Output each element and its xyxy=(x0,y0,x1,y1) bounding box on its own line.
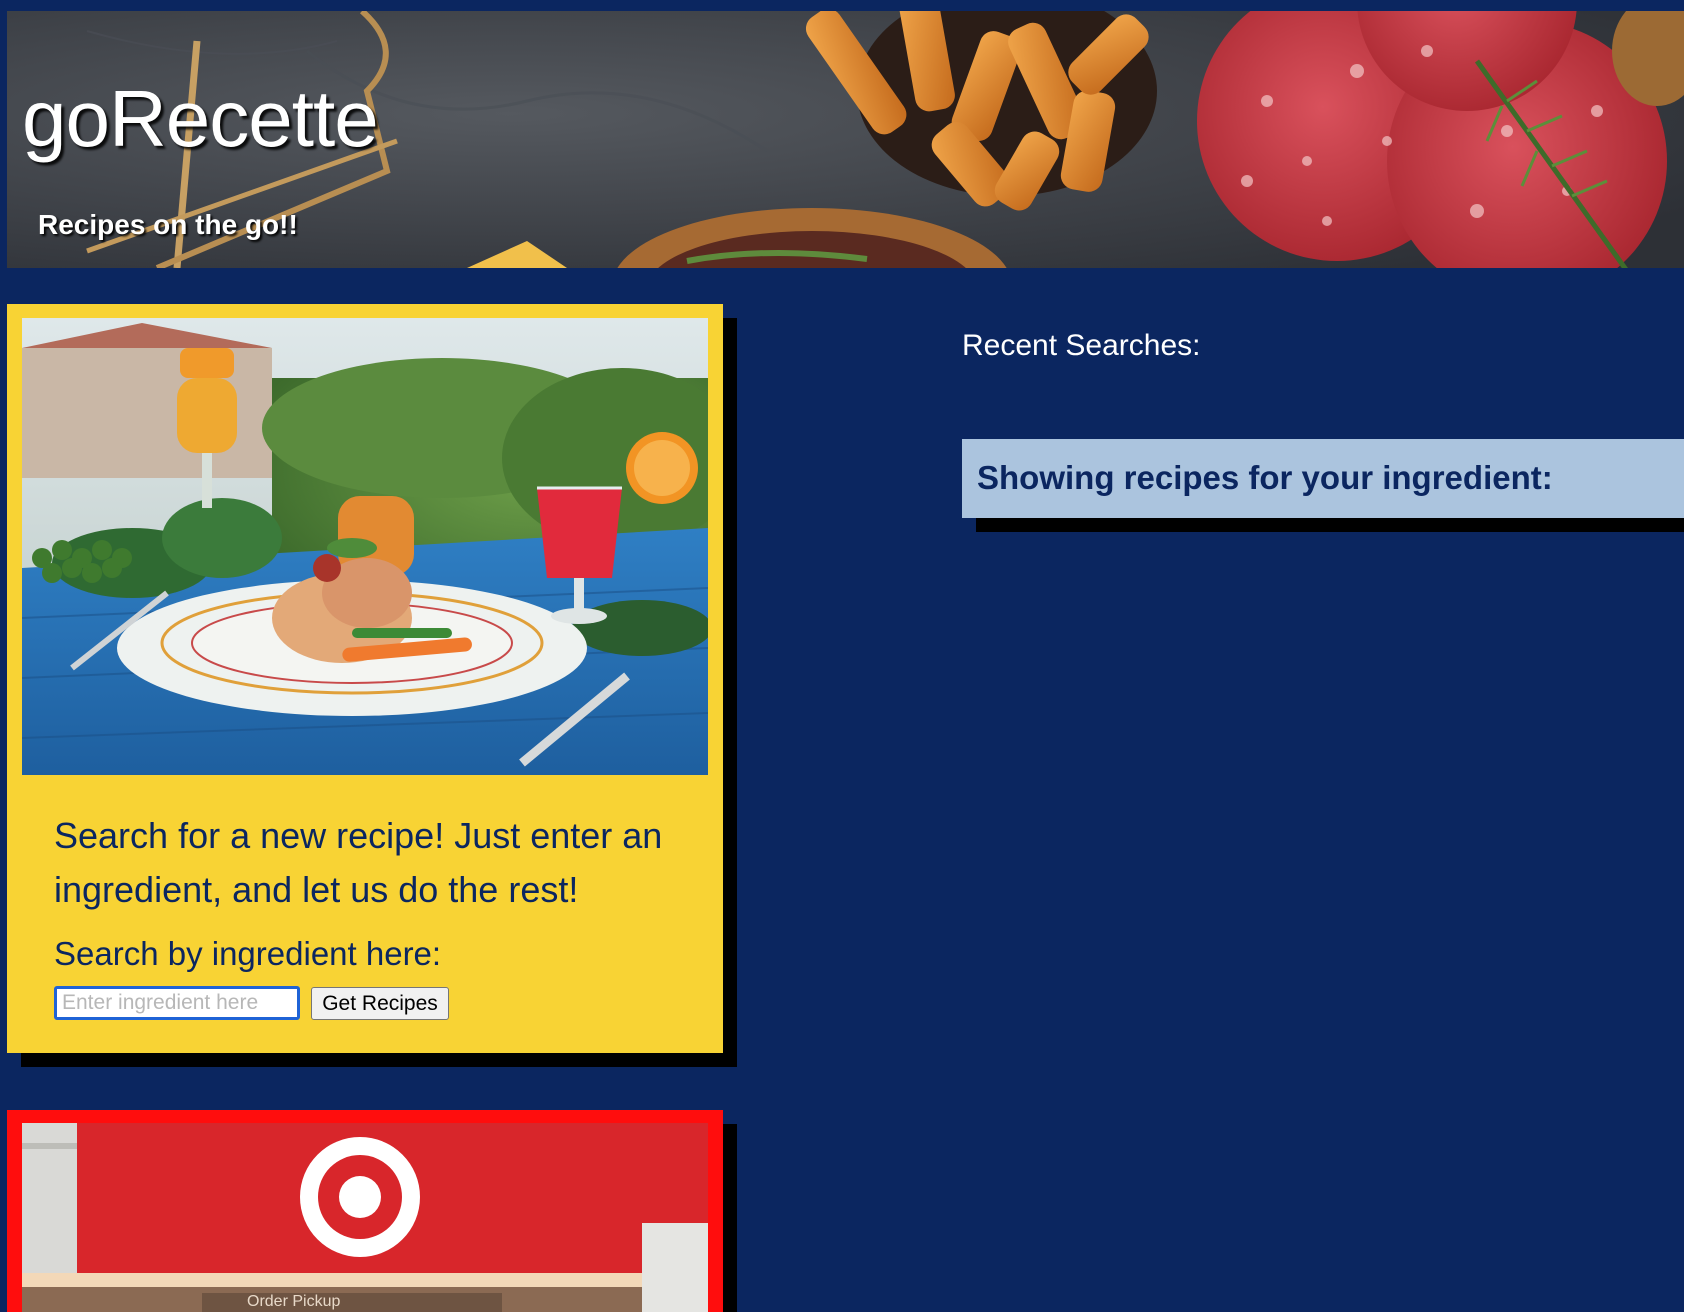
recent-searches-list xyxy=(962,380,1662,420)
header-banner: goRecette Recipes on the go!! xyxy=(7,11,1684,268)
results-header-box: Showing recipes for your ingredient: xyxy=(962,439,1684,518)
store-image: Order Pickup xyxy=(22,1123,708,1312)
target-logo-icon xyxy=(300,1137,420,1257)
results-title: Showing recipes for your ingredient: xyxy=(977,459,1553,496)
site-tagline: Recipes on the go!! xyxy=(38,209,298,240)
store-sign-text: Order Pickup xyxy=(247,1293,341,1310)
dish-photo xyxy=(22,318,708,775)
site-title: goRecette xyxy=(22,74,379,163)
search-label: Search by ingredient here: xyxy=(54,935,442,972)
get-recipes-button[interactable]: Get Recipes xyxy=(311,987,449,1020)
search-description: Search for a new recipe! Just enter an i… xyxy=(54,815,663,910)
recent-searches-title: Recent Searches: xyxy=(962,329,1201,362)
search-card: Search for a new recipe! Just enter an i… xyxy=(7,304,723,1053)
featured-dish-image xyxy=(22,318,708,775)
ingredient-search-input[interactable] xyxy=(54,986,300,1020)
page: goRecette Recipes on the go!! Search for… xyxy=(0,0,1684,1312)
target-store-photo xyxy=(22,1123,708,1312)
store-card: Order Pickup xyxy=(7,1110,723,1312)
